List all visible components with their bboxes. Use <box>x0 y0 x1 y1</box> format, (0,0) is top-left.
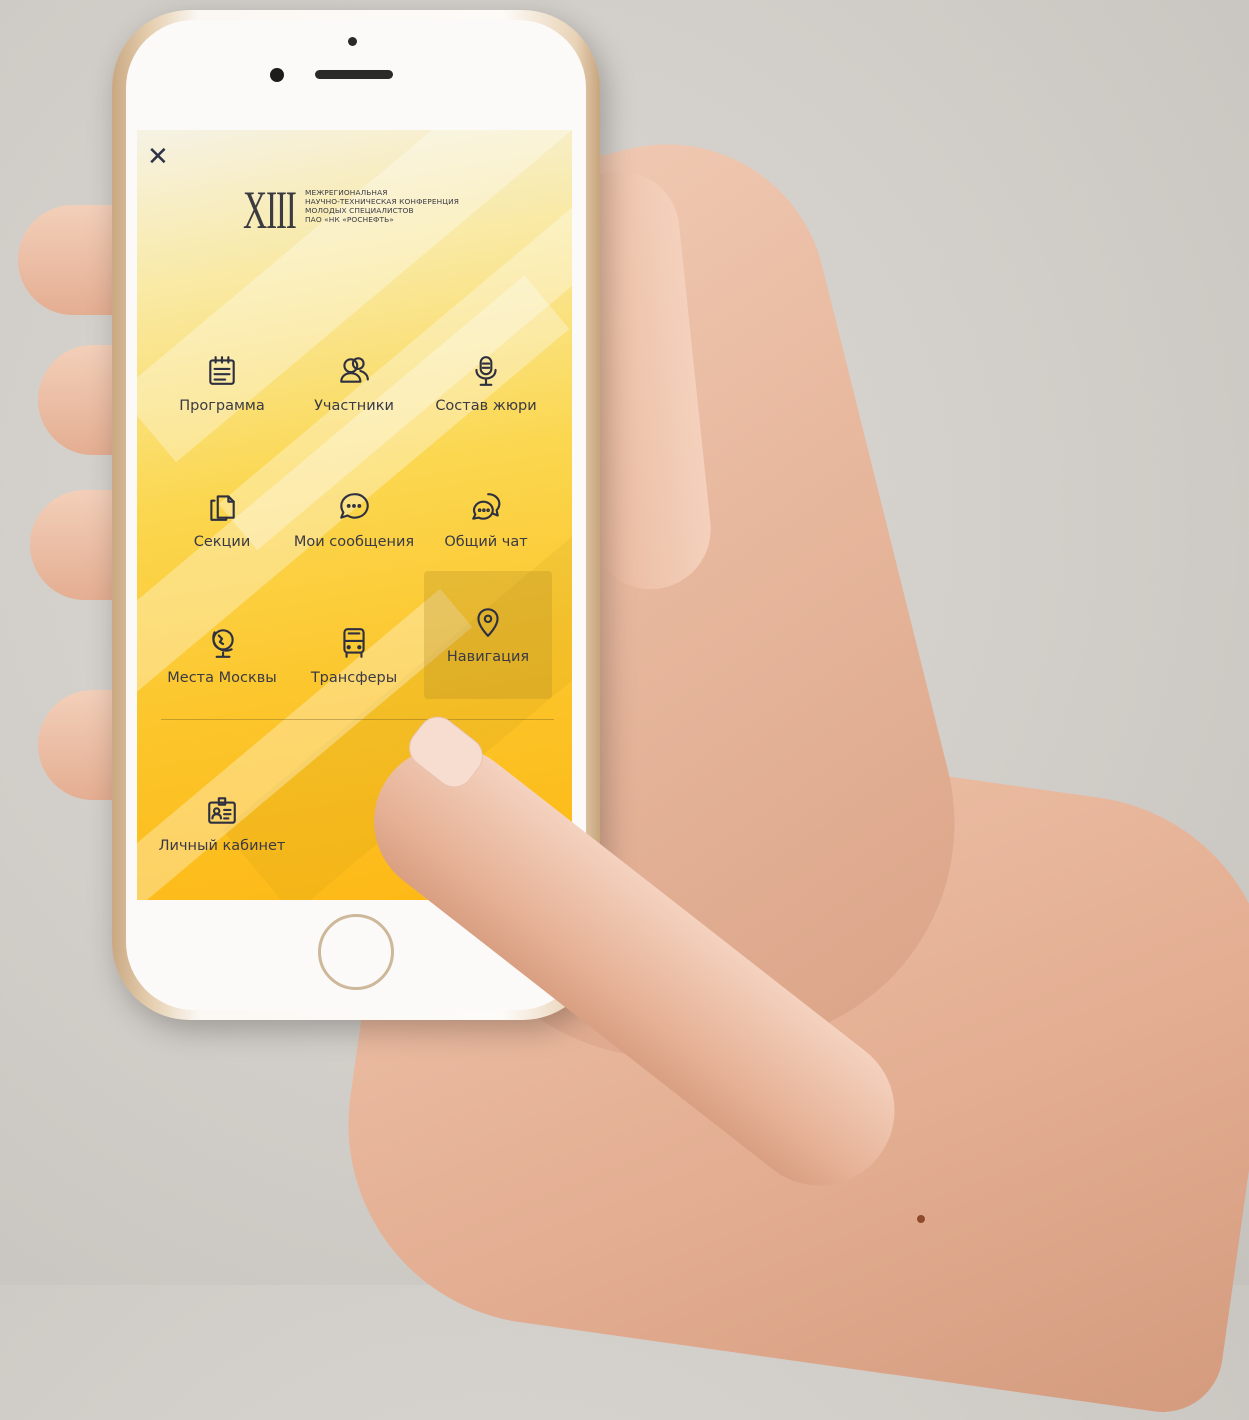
menu-item-transfers[interactable]: Трансферы <box>290 592 418 720</box>
menu-item-participants[interactable]: Участники <box>290 320 418 448</box>
menu-item-sections[interactable]: Секции <box>158 456 286 584</box>
menu-item-label: Программа <box>179 398 265 414</box>
users-icon <box>340 357 369 383</box>
home-button[interactable] <box>318 914 394 990</box>
menu-item-label: Навигация <box>446 649 530 665</box>
globe-icon <box>212 629 234 658</box>
menu-item-label: Состав жюри <box>435 398 537 414</box>
message-icon <box>340 493 369 519</box>
menu-item-label: Трансферы <box>310 670 398 686</box>
logo-line: ПАО «НК «РОСНЕФТЬ» <box>305 215 394 224</box>
skin-mole <box>917 1215 925 1223</box>
menu-item-general-chat[interactable]: Общий чат <box>422 456 550 584</box>
menu-item-label: Общий чат <box>444 534 528 550</box>
logo-text: МЕЖРЕГИОНАЛЬНАЯ НАУЧНО-ТЕХНИЧЕСКАЯ КОНФЕ… <box>305 188 485 224</box>
close-icon[interactable]: ✕ <box>147 144 169 170</box>
menu-item-program[interactable]: Программа <box>158 320 286 448</box>
logo-numeral: XIII <box>243 180 297 240</box>
logo-line: НАУЧНО-ТЕХНИЧЕСКАЯ КОНФЕРЕНЦИЯ <box>305 197 459 206</box>
id-card-icon <box>208 797 236 824</box>
documents-icon <box>210 495 235 521</box>
menu-divider <box>161 719 554 720</box>
menu-item-label: Места Москвы <box>167 670 277 686</box>
menu-item-label: Мои сообщения <box>293 534 415 550</box>
menu-item-profile[interactable]: Личный кабинет <box>158 760 286 888</box>
location-pin-icon <box>477 608 499 637</box>
logo-line: МЕЖРЕГИОНАЛЬНАЯ <box>305 188 388 197</box>
proximity-sensor <box>348 37 357 46</box>
earpiece-speaker <box>315 70 393 79</box>
menu-item-label: Участники <box>314 398 394 414</box>
menu-item-my-messages[interactable]: Мои сообщения <box>290 456 418 584</box>
logo-line: МОЛОДЫХ СПЕЦИАЛИСТОВ <box>305 206 414 215</box>
group-chat-icon <box>472 493 501 520</box>
microphone-icon <box>475 356 497 386</box>
calendar-icon <box>209 356 235 385</box>
menu-item-moscow-places[interactable]: Места Москвы <box>158 592 286 720</box>
bus-icon <box>343 628 365 658</box>
menu-item-jury[interactable]: Состав жюри <box>422 320 550 448</box>
conference-logo: XIII МЕЖРЕГИОНАЛЬНАЯ НАУЧНО-ТЕХНИЧЕСКАЯ … <box>243 180 485 240</box>
front-camera <box>270 68 284 82</box>
menu-item-label: Секции <box>193 534 251 550</box>
menu-item-navigation[interactable]: Навигация <box>424 571 552 699</box>
menu-item-label: Личный кабинет <box>158 838 286 854</box>
